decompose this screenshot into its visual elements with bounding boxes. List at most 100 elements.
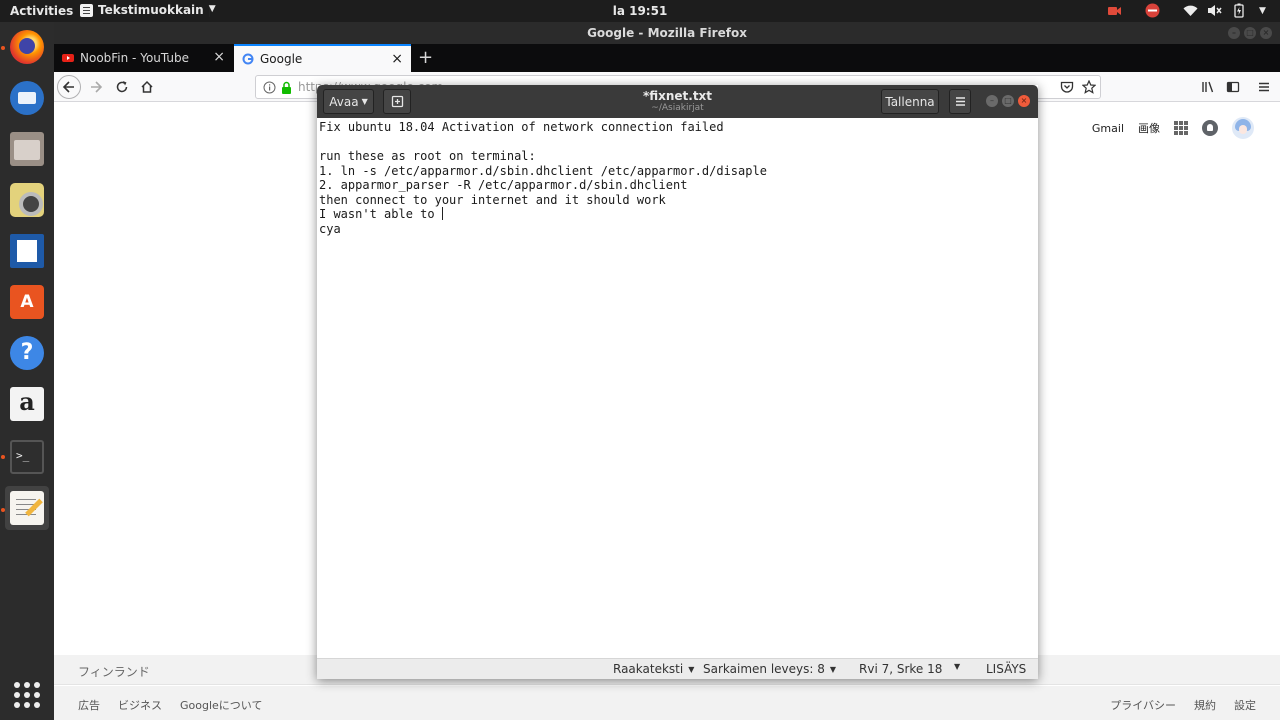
text-cursor [441, 207, 443, 220]
forward-button[interactable] [85, 76, 107, 98]
position-menu-button[interactable]: ▼ [954, 662, 960, 671]
do-not-disturb-icon[interactable] [1145, 3, 1160, 18]
gmail-link[interactable]: Gmail [1092, 122, 1124, 135]
app-menu-label: Tekstimuokkain [98, 3, 204, 17]
open-button[interactable]: Avaa ▼ [323, 89, 374, 114]
chevron-down-icon: ▼ [829, 664, 837, 674]
chevron-down-icon: ▼ [954, 662, 961, 671]
close-tab-icon[interactable]: × [213, 50, 225, 64]
hamburger-menu-icon[interactable] [1253, 76, 1275, 98]
tab-label: Google [260, 52, 303, 66]
pocket-icon[interactable] [1056, 76, 1078, 98]
desktop: Activities Tekstimuokkain ▼ la 19:51 ▼ G… [0, 0, 1280, 720]
activities-button[interactable]: Activities [10, 4, 73, 18]
battery-icon[interactable] [1231, 3, 1246, 18]
new-document-button[interactable] [383, 89, 411, 114]
chevron-down-icon[interactable]: ▼ [1255, 3, 1270, 18]
insert-mode-label: LISÄYS [986, 662, 1027, 676]
cursor-position[interactable]: Rvi 7, Srke 18 [859, 662, 942, 676]
info-icon[interactable] [260, 77, 278, 97]
dock-item-amazon[interactable]: a [5, 382, 49, 426]
volume-icon[interactable] [1207, 3, 1222, 18]
text-line: 2. apparmor_parser -R /etc/apparmor.d/sb… [319, 178, 688, 192]
firefox-icon [10, 30, 44, 64]
amazon-icon: a [10, 387, 44, 421]
close-button[interactable]: × [1018, 95, 1030, 107]
footer-link-terms[interactable]: 規約 [1194, 697, 1216, 713]
language-selector[interactable]: Raakateksti ▼ [613, 662, 694, 676]
show-applications-icon[interactable] [14, 682, 40, 708]
notifications-icon[interactable] [1202, 120, 1218, 136]
writer-icon [10, 234, 44, 268]
insert-mode-indicator[interactable]: LISÄYS [986, 662, 1026, 676]
cursor-position-label: Rvi 7, Srke 18 [859, 662, 943, 676]
avatar[interactable] [1232, 117, 1254, 139]
close-tab-icon[interactable]: × [391, 52, 403, 66]
text-line: then connect to your internet and it sho… [319, 192, 666, 207]
tab-google[interactable]: Google × [234, 44, 411, 72]
text-line: cya [319, 221, 341, 236]
images-link[interactable]: 画像 [1138, 120, 1160, 136]
system-tray[interactable]: ▼ [1107, 3, 1270, 18]
hamburger-menu-icon[interactable] [949, 89, 971, 114]
status-bar: Raakateksti ▼ Sarkaimen leveys: 8 ▼ Rvi … [317, 658, 1038, 679]
dock-item-files[interactable] [5, 127, 49, 171]
text-line: 1. ln -s /etc/apparmor.d/sbin.dhclient /… [319, 163, 767, 178]
maximize-button[interactable]: □ [1244, 27, 1256, 39]
text-line [319, 135, 1036, 150]
new-tab-button[interactable]: + [418, 47, 433, 68]
chevron-down-icon: ▼ [361, 97, 368, 106]
minimize-button[interactable]: – [986, 95, 998, 107]
gedit-window: Avaa ▼ *fixnet.txt ~/Asiakirjat Tallenna… [317, 85, 1038, 679]
youtube-icon [62, 54, 74, 62]
sidebar-icon[interactable] [1222, 76, 1244, 98]
top-bar: Activities Tekstimuokkain ▼ la 19:51 ▼ [0, 0, 1280, 22]
open-button-label: Avaa [329, 94, 359, 109]
help-icon: ? [10, 336, 44, 370]
text-editor-icon [80, 3, 93, 17]
dock-item-terminal[interactable]: >_ [5, 435, 49, 479]
apps-grid-icon[interactable] [1174, 121, 1188, 135]
minimize-button[interactable]: – [1228, 27, 1240, 39]
text-line-current: I wasn't able to [319, 207, 1036, 222]
dock-item-writer[interactable] [5, 229, 49, 273]
close-button[interactable]: × [1260, 27, 1272, 39]
footer-link-about[interactable]: Googleについて [180, 697, 262, 713]
chevron-down-icon: ▼ [208, 3, 216, 17]
text-line: run these as root on terminal: [319, 149, 536, 163]
reload-button[interactable] [111, 76, 133, 98]
tab-width-label: Sarkaimen leveys: 8 [703, 662, 825, 676]
firefox-title-bar[interactable]: Google - Mozilla Firefox – □ × [54, 22, 1280, 44]
country-label: フィンランド [78, 665, 150, 679]
terminal-icon: >_ [10, 440, 44, 474]
dock-item-rhythmbox[interactable] [5, 178, 49, 222]
maximize-button[interactable]: □ [1002, 95, 1014, 107]
save-button[interactable]: Tallenna [881, 89, 939, 114]
wifi-icon[interactable] [1183, 3, 1198, 18]
tab-width-selector[interactable]: Sarkaimen leveys: 8 ▼ [703, 662, 836, 676]
tab-youtube[interactable]: NoobFin - YouTube × [54, 44, 233, 72]
footer-link-ads[interactable]: 広告 [78, 697, 100, 713]
thunderbird-icon [10, 81, 44, 115]
dock-item-thunderbird[interactable] [5, 76, 49, 120]
home-button[interactable] [136, 76, 158, 98]
text-area[interactable]: Fix ubuntu 18.04 Activation of network c… [317, 118, 1038, 659]
files-icon [10, 132, 44, 166]
tab-strip: NoobFin - YouTube × Google × + [54, 44, 1280, 72]
bookmark-star-icon[interactable] [1078, 76, 1100, 98]
library-icon[interactable] [1197, 76, 1219, 98]
window-title: Google - Mozilla Firefox [587, 26, 747, 40]
dock-item-help[interactable]: ? [5, 331, 49, 375]
footer-link-business[interactable]: ビジネス [118, 697, 162, 713]
gedit-header-bar[interactable]: Avaa ▼ *fixnet.txt ~/Asiakirjat Tallenna… [317, 85, 1038, 118]
footer-link-settings[interactable]: 設定 [1234, 697, 1256, 713]
dock-item-software[interactable] [5, 280, 49, 324]
footer-link-privacy[interactable]: プライバシー [1110, 697, 1176, 713]
dock-item-text-editor[interactable] [5, 486, 49, 530]
app-menu[interactable]: Tekstimuokkain ▼ [80, 3, 216, 17]
dock-item-firefox[interactable] [5, 25, 49, 69]
text-editor-icon [10, 491, 44, 525]
back-button[interactable] [57, 75, 81, 99]
tab-label: NoobFin - YouTube [80, 51, 190, 65]
camera-icon[interactable] [1107, 3, 1122, 18]
